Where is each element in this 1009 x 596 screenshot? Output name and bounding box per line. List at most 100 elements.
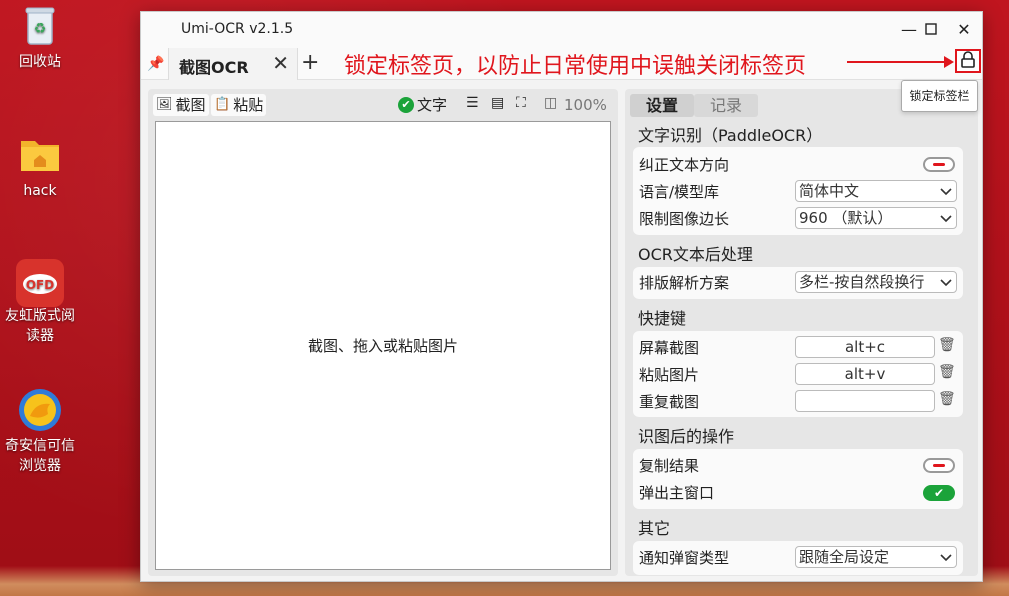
- text-toggle-label: 文字: [417, 96, 448, 114]
- layout-select[interactable]: 多栏-按自然段换行: [795, 271, 957, 293]
- tab-label: 截图OCR: [179, 58, 249, 77]
- correct-direction-toggle[interactable]: [923, 157, 955, 172]
- desktop-icon-label: 友虹版式阅读器: [5, 308, 75, 344]
- desktop-icon-label: hack: [23, 183, 57, 199]
- tab-records[interactable]: 记录: [694, 94, 758, 117]
- hotkey-screenshot: 屏幕截图 alt+c 🗑: [633, 334, 963, 361]
- section-hotkeys-title: 快捷键: [638, 309, 687, 328]
- trash-icon[interactable]: 🗑: [938, 337, 956, 353]
- svg-text:♻: ♻: [34, 21, 47, 37]
- hotkey-paste-field[interactable]: alt+v: [795, 363, 935, 385]
- lock-tabbar-button[interactable]: [955, 49, 981, 73]
- lock-tooltip: 锁定标签栏: [901, 80, 978, 112]
- language-value: 简体中文: [799, 182, 860, 200]
- image-drop-area[interactable]: 截图、拖入或粘贴图片: [155, 121, 611, 570]
- image-toolbar: 🖼 截图 📋 粘贴 ✔ 文字 ☰ ▤ ⛶ ◫ 100%: [148, 89, 618, 119]
- after-settings-group: 复制结果 弹出主窗口 ✔: [633, 449, 963, 509]
- tab-settings[interactable]: 设置: [630, 94, 694, 117]
- original-size-icon[interactable]: ◫: [544, 95, 557, 111]
- ofd-reader-icon: OFD: [16, 258, 64, 307]
- annotation-arrow-head: [944, 56, 954, 68]
- trash-icon[interactable]: 🗑: [938, 391, 956, 407]
- window-title: Umi-OCR v2.1.5: [181, 21, 294, 37]
- folder-icon: [18, 133, 62, 177]
- clipboard-icon: 📋: [214, 97, 231, 112]
- svg-text:OFD: OFD: [26, 278, 54, 292]
- minimize-button[interactable]: —: [897, 18, 921, 42]
- hotkey-screenshot-field[interactable]: alt+c: [795, 336, 935, 358]
- browser-icon: [18, 388, 62, 432]
- drop-hint: 截图、拖入或粘贴图片: [307, 337, 458, 355]
- layout-value: 多栏-按自然段换行: [799, 273, 925, 291]
- section-other-title: 其它: [638, 519, 671, 538]
- hotkey-settings-group: 屏幕截图 alt+c 🗑 粘贴图片 alt+v 🗑 重复截图 🗑: [633, 331, 963, 417]
- setting-layout: 排版解析方案 多栏-按自然段换行: [633, 269, 963, 296]
- chevron-down-icon: [939, 547, 953, 573]
- other-settings-group: 通知弹窗类型 跟随全局设定: [633, 541, 963, 575]
- hotkey-paste: 粘贴图片 alt+v 🗑: [633, 361, 963, 388]
- chevron-down-icon: [939, 181, 953, 207]
- setting-notify-type: 通知弹窗类型 跟随全局设定: [633, 544, 963, 571]
- umi-ocr-window: Umi-OCR v2.1.5 — ✕ 📌 截图OCR ✕ + 锁定标签页，以防止…: [140, 11, 983, 582]
- annotation-text: 锁定标签页，以防止日常使用中误触关闭标签页: [344, 54, 807, 79]
- maximize-button[interactable]: [919, 18, 943, 42]
- copy-result-toggle[interactable]: [923, 458, 955, 473]
- tab-screenshot-ocr[interactable]: 截图OCR ✕: [168, 48, 298, 80]
- close-button[interactable]: ✕: [952, 18, 976, 42]
- chevron-down-icon: [939, 272, 953, 298]
- add-tab-icon[interactable]: +: [301, 50, 319, 75]
- fit-screen-icon[interactable]: ⛶: [516, 95, 526, 111]
- screenshot-button[interactable]: 🖼 截图: [153, 94, 209, 116]
- notify-type-value: 跟随全局设定: [799, 548, 890, 566]
- pin-icon[interactable]: 📌: [146, 53, 166, 75]
- lock-icon: [961, 51, 975, 68]
- limit-size-value: 960 （默认）: [799, 209, 893, 227]
- correct-direction-label: 纠正文本方向: [639, 156, 730, 174]
- setting-limit-size: 限制图像边长 960 （默认）: [633, 205, 963, 232]
- notify-type-label: 通知弹窗类型: [639, 549, 730, 567]
- setting-popup-window: 弹出主窗口 ✔: [633, 479, 963, 506]
- check-icon: ✔: [398, 97, 414, 113]
- paste-button[interactable]: 📋 粘贴: [211, 94, 267, 116]
- annotation-arrow-line: [847, 61, 947, 63]
- language-select[interactable]: 简体中文: [795, 180, 957, 202]
- text-toggle[interactable]: ✔ 文字: [395, 94, 450, 116]
- tab-bar: 📌 截图OCR ✕ + 锁定标签页，以防止日常使用中误触关闭标签页: [141, 48, 982, 80]
- setting-correct-direction: 纠正文本方向: [633, 151, 963, 178]
- copy-result-label: 复制结果: [639, 457, 700, 475]
- notify-type-select[interactable]: 跟随全局设定: [795, 546, 957, 568]
- layout-label: 排版解析方案: [639, 274, 730, 292]
- title-bar[interactable]: Umi-OCR v2.1.5 — ✕: [141, 12, 982, 48]
- desktop-icon-label: 奇安信可信浏览器: [5, 438, 75, 474]
- setting-language: 语言/模型库 简体中文: [633, 178, 963, 205]
- desktop-icon-label: 回收站: [19, 54, 61, 70]
- tab-close-icon[interactable]: ✕: [272, 51, 289, 75]
- language-label: 语言/模型库: [639, 183, 720, 201]
- image-panel: 🖼 截图 📋 粘贴 ✔ 文字 ☰ ▤ ⛶ ◫ 100% 截图、拖入或粘贴图片: [148, 89, 618, 576]
- limit-size-label: 限制图像边长: [639, 210, 730, 228]
- desktop-icon-recycle-bin[interactable]: ♻ 回收站: [0, 4, 80, 72]
- section-ocr-title: 文字识别（PaddleOCR）: [638, 126, 823, 145]
- screenshot-label: 截图: [175, 96, 206, 114]
- popup-window-toggle[interactable]: ✔: [923, 485, 955, 501]
- desktop-icon-hack-folder[interactable]: hack: [0, 133, 80, 201]
- list-icon[interactable]: ☰: [466, 95, 479, 111]
- desktop-icon-browser[interactable]: 奇安信可信浏览器: [0, 388, 80, 476]
- maximize-icon: [925, 23, 937, 35]
- limit-size-select[interactable]: 960 （默认）: [795, 207, 957, 229]
- zoom-level: 100%: [564, 96, 607, 114]
- post-settings-group: 排版解析方案 多栏-按自然段换行: [633, 267, 963, 299]
- desktop-icon-reader[interactable]: OFD 友虹版式阅读器: [0, 258, 80, 346]
- setting-copy-result: 复制结果: [633, 452, 963, 479]
- hotkey-paste-label: 粘贴图片: [639, 366, 700, 384]
- hotkey-repeat-field[interactable]: [795, 390, 935, 412]
- image-icon: 🖼: [156, 97, 173, 112]
- hotkey-repeat-label: 重复截图: [639, 393, 700, 411]
- trash-icon[interactable]: 🗑: [938, 364, 956, 380]
- ocr-settings-group: 纠正文本方向 语言/模型库 简体中文 限制图像边长 960 （默认）: [633, 147, 963, 235]
- section-after-title: 识图后的操作: [638, 427, 735, 446]
- save-icon[interactable]: ▤: [491, 95, 504, 111]
- hotkey-repeat: 重复截图 🗑: [633, 388, 963, 415]
- hotkey-screenshot-label: 屏幕截图: [639, 339, 700, 357]
- recycle-bin-icon: ♻: [18, 4, 62, 48]
